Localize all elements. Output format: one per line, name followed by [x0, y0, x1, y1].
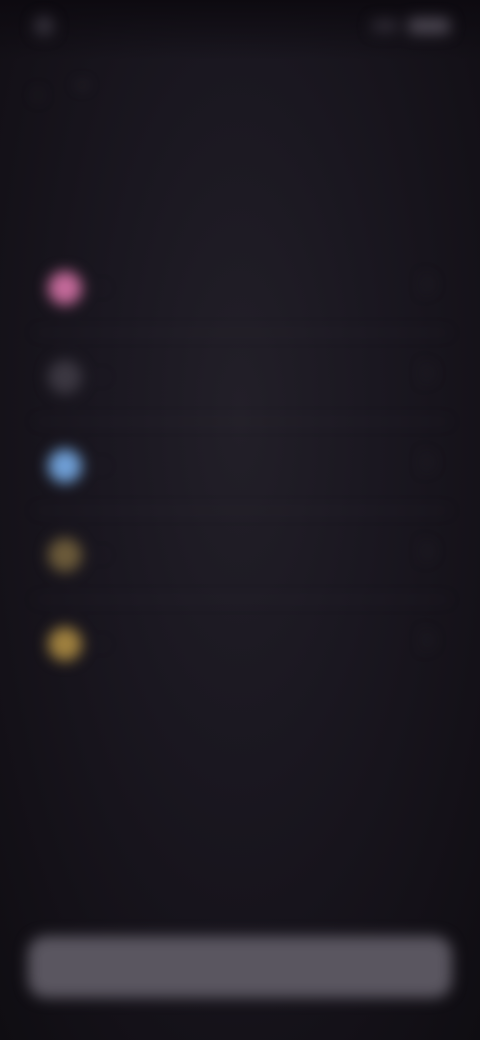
- chevron-right-icon: [415, 275, 433, 293]
- nav-title: [76, 83, 88, 87]
- status-bar: [0, 16, 480, 40]
- blue-circle-icon: [48, 449, 82, 483]
- chevron-right-icon: [415, 631, 433, 649]
- option-row[interactable]: [34, 511, 450, 600]
- nav-bar: ‹: [0, 76, 480, 112]
- chevron-right-icon: [415, 364, 433, 382]
- signal-icon: [372, 20, 398, 32]
- pink-circle-icon: [48, 271, 82, 305]
- option-label: [98, 643, 106, 645]
- option-label: [98, 554, 106, 556]
- back-button[interactable]: ‹: [24, 81, 52, 106]
- chevron-right-icon: [415, 542, 433, 560]
- options-list: [34, 244, 450, 688]
- option-row[interactable]: [34, 600, 450, 688]
- blurred-content: ‹: [0, 0, 480, 1040]
- option-label: [98, 376, 106, 378]
- status-left: [34, 16, 68, 36]
- olive-circle-icon: [48, 538, 82, 572]
- continue-button[interactable]: [28, 936, 452, 998]
- option-row[interactable]: [34, 333, 450, 422]
- chevron-left-icon: ‹: [34, 81, 42, 106]
- battery-icon: [408, 18, 450, 34]
- gold-circle-icon: [48, 627, 82, 661]
- option-row[interactable]: [34, 244, 450, 333]
- status-right: [362, 18, 450, 34]
- option-row[interactable]: [34, 422, 450, 511]
- chevron-right-icon: [415, 453, 433, 471]
- option-label: [98, 465, 106, 467]
- option-label: [98, 287, 106, 289]
- notification-icon: [34, 16, 54, 36]
- gray-circle-icon: [48, 360, 82, 394]
